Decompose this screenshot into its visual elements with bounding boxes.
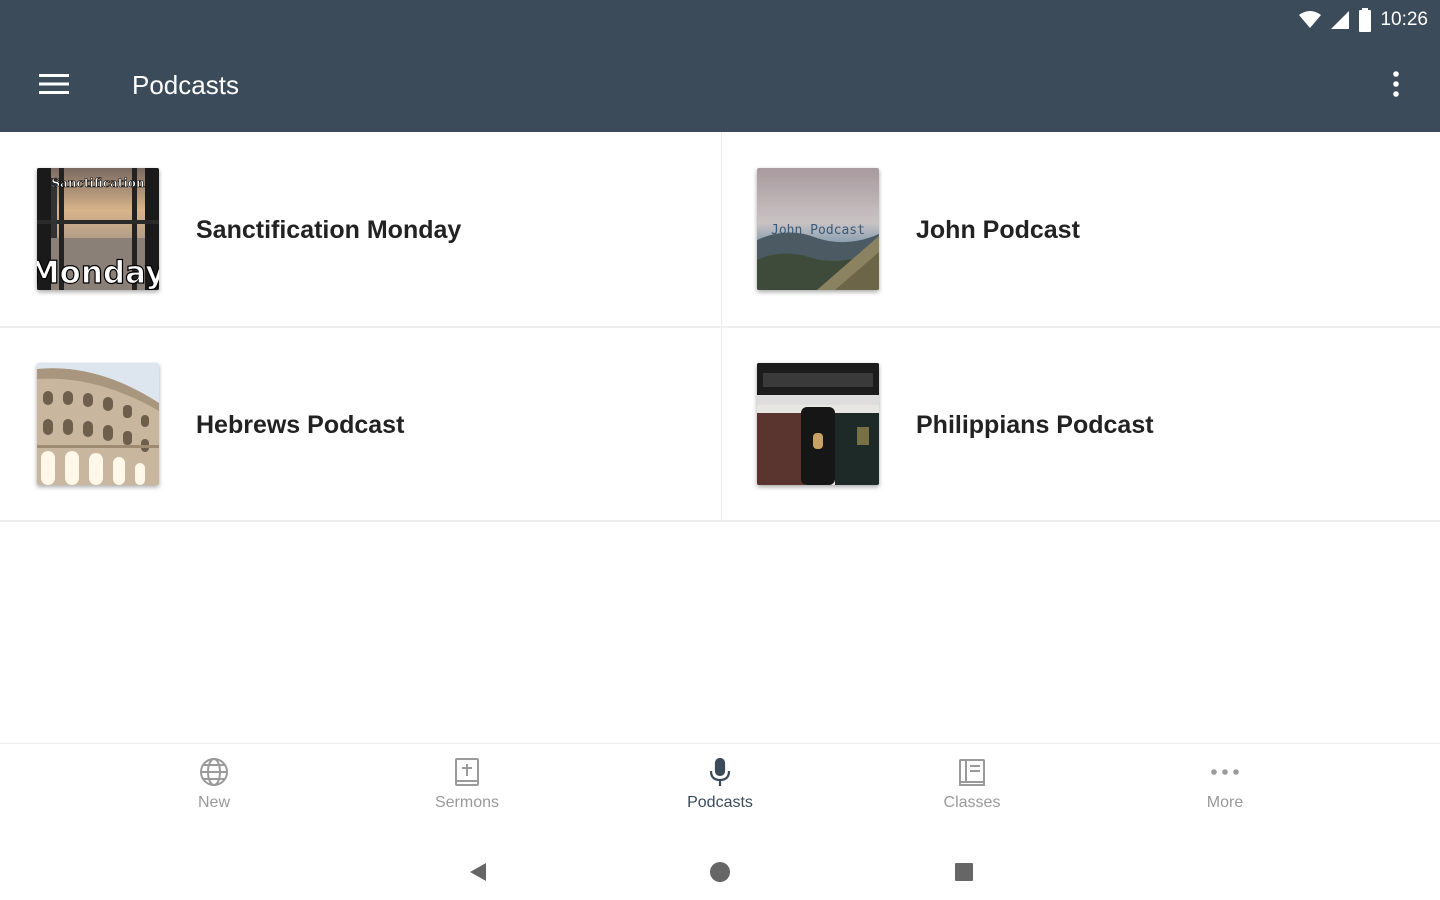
home-circle-icon: [710, 862, 730, 882]
podcast-artwork: John Podcast: [757, 168, 879, 290]
nav-label: Sermons: [434, 794, 500, 811]
nav-label: Classes: [943, 794, 1001, 811]
status-bar: 10:26: [1298, 6, 1428, 34]
bible-icon: [455, 758, 479, 786]
podcast-artwork: Sanctification Monday: [37, 168, 159, 290]
battery-icon: [1359, 8, 1372, 32]
nav-item-new[interactable]: New: [144, 756, 284, 826]
more-vert-icon: [1393, 71, 1399, 97]
more-horiz-icon: [1211, 769, 1239, 775]
podcast-card-hebrews[interactable]: Hebrews Podcast: [0, 327, 720, 522]
system-navigation-bar: [0, 838, 1440, 900]
status-time: 10:26: [1380, 9, 1428, 30]
svg-text:John Podcast: John Podcast: [771, 223, 865, 238]
nav-label: More: [1206, 794, 1244, 811]
podcast-title: Hebrews Podcast: [196, 411, 405, 439]
nav-item-sermons[interactable]: Sermons: [397, 756, 537, 826]
podcast-card-sanctification-monday[interactable]: Sanctification Monday Sanctification Mon…: [0, 132, 720, 327]
nav-item-classes[interactable]: Classes: [902, 756, 1042, 826]
podcast-card-philippians[interactable]: Philippians Podcast: [720, 327, 1440, 522]
podcast-artwork: [37, 363, 159, 485]
podcast-card-john[interactable]: John Podcast John Podcast: [720, 132, 1440, 327]
recents-square-icon: [955, 863, 973, 881]
system-back-button[interactable]: [458, 852, 498, 892]
podcast-title: Sanctification Monday: [196, 216, 462, 244]
svg-text:Monday: Monday: [37, 255, 159, 290]
hamburger-menu-icon: [39, 74, 69, 94]
podcast-title: John Podcast: [916, 216, 1080, 244]
system-recents-button[interactable]: [944, 852, 984, 892]
page-title: Podcasts: [132, 70, 239, 100]
bottom-navigation: New Sermons Podcasts Classes More: [0, 743, 1440, 833]
globe-icon: [200, 758, 228, 786]
nav-label: New: [197, 794, 230, 811]
wifi-icon: [1299, 11, 1322, 28]
system-home-button[interactable]: [700, 852, 740, 892]
menu-button[interactable]: [30, 64, 78, 104]
nav-item-podcasts[interactable]: Podcasts: [650, 756, 790, 826]
signal-icon: [1331, 11, 1350, 29]
nav-item-more[interactable]: More: [1155, 756, 1295, 826]
book-icon: [959, 759, 985, 786]
app-bar: 10:26 Podcasts: [0, 0, 1440, 132]
svg-text:Sanctification: Sanctification: [51, 176, 144, 190]
nav-label: Podcasts: [687, 794, 753, 811]
overflow-menu-button[interactable]: [1376, 64, 1416, 104]
microphone-icon: [709, 757, 731, 786]
podcast-grid: Sanctification Monday Sanctification Mon…: [0, 132, 1440, 522]
podcast-title: Philippians Podcast: [916, 411, 1154, 439]
back-triangle-icon: [470, 863, 486, 881]
podcast-artwork: [757, 363, 879, 485]
